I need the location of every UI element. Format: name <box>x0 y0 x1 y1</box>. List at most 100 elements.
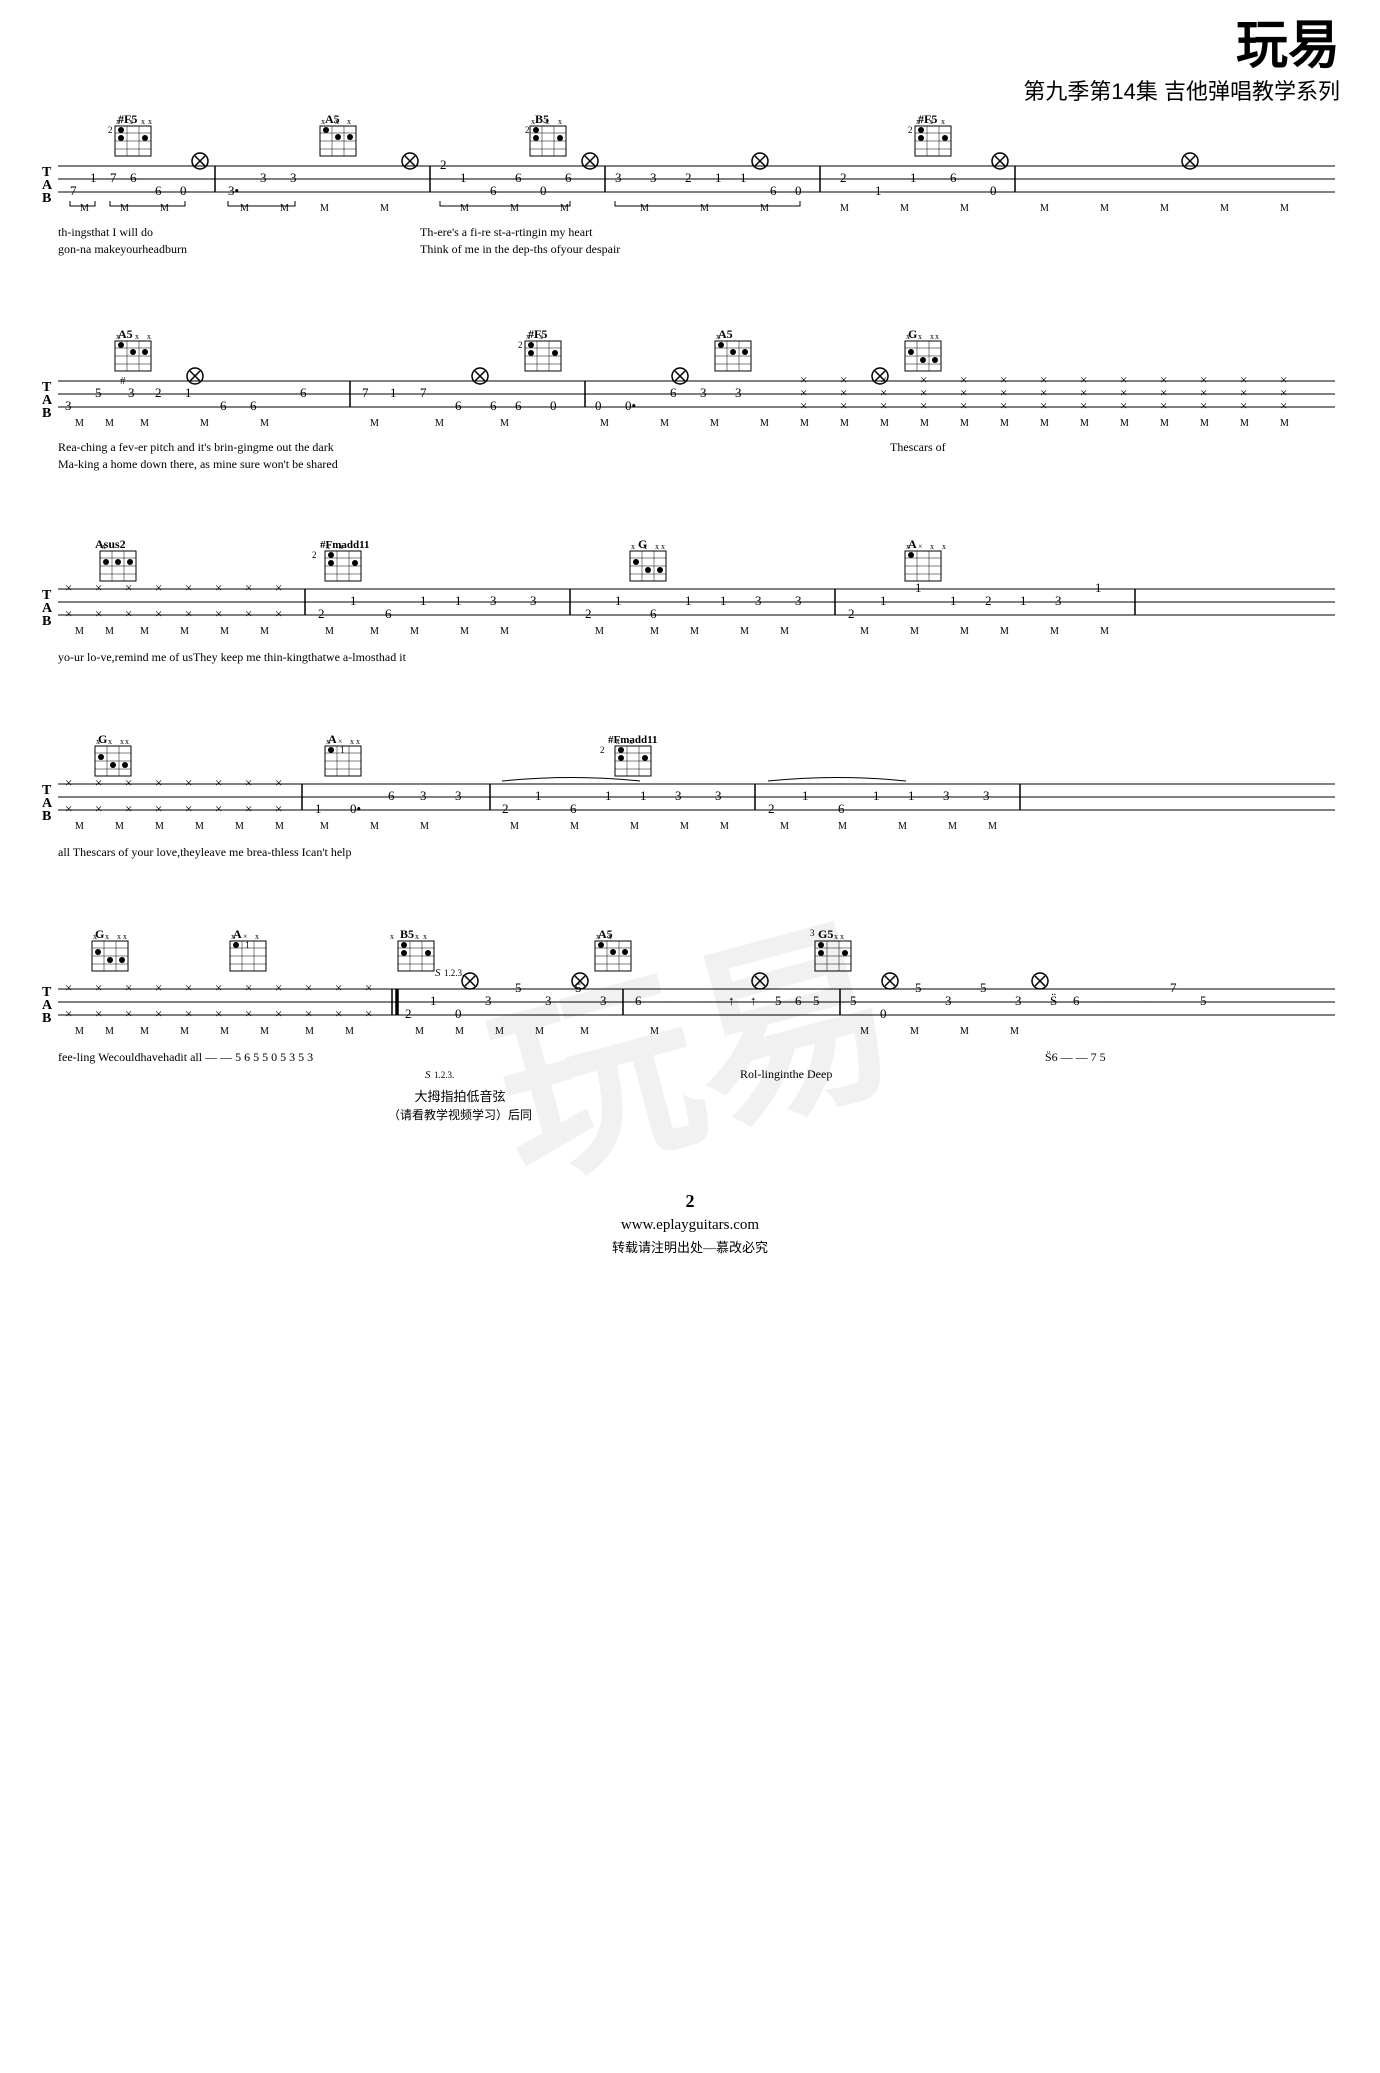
svg-text:×: × <box>95 980 102 995</box>
svg-text:0: 0 <box>550 398 557 413</box>
svg-text:6: 6 <box>220 398 227 413</box>
svg-text:M: M <box>1100 203 1109 214</box>
svg-text:×: × <box>155 1006 162 1021</box>
svg-text:B: B <box>42 1011 51 1026</box>
svg-text:all Thescars of your: all Thescars of your love,theyleave me b… <box>58 845 352 859</box>
svg-text:×: × <box>305 980 312 995</box>
svg-text:2: 2 <box>985 593 992 608</box>
website: www.eplayguitars.com <box>40 1217 1340 1234</box>
svg-text:3: 3 <box>455 788 462 803</box>
svg-text:1: 1 <box>535 788 542 803</box>
svg-text:M: M <box>640 203 649 214</box>
svg-text:x: x <box>941 117 945 126</box>
svg-text:0•: 0• <box>350 801 361 816</box>
svg-text:M: M <box>600 418 609 429</box>
svg-text:M: M <box>415 1026 424 1037</box>
svg-text:×: × <box>1120 398 1127 413</box>
svg-text:1: 1 <box>908 788 915 803</box>
svg-text:1: 1 <box>915 580 922 595</box>
svg-text:M: M <box>75 1026 84 1037</box>
svg-text:×: × <box>275 775 282 790</box>
svg-text:（请看教学视频学习）后同: （请看教学视频学习）后同 <box>388 1107 532 1122</box>
svg-text:1: 1 <box>245 940 250 950</box>
svg-text:3: 3 <box>983 788 990 803</box>
svg-text:M: M <box>680 821 689 832</box>
svg-text:M: M <box>105 418 114 429</box>
svg-text:3: 3 <box>490 593 497 608</box>
svg-text:x: x <box>135 332 139 341</box>
svg-text:M: M <box>960 626 969 637</box>
svg-text:x: x <box>930 332 934 341</box>
svg-text:1: 1 <box>1095 580 1102 595</box>
svg-text:1: 1 <box>910 170 917 185</box>
svg-text:×: × <box>275 980 282 995</box>
svg-text:×: × <box>185 580 192 595</box>
staff-section-2: A5 x x x #F5 2 <box>40 326 1340 506</box>
svg-text:x: x <box>390 932 394 941</box>
svg-text:M: M <box>460 203 469 214</box>
svg-text:x: x <box>321 117 325 126</box>
svg-text:×: × <box>125 775 132 790</box>
svg-text:M: M <box>200 418 209 429</box>
svg-text:6: 6 <box>838 801 845 816</box>
svg-text:M: M <box>380 203 389 214</box>
svg-text:2: 2 <box>518 340 523 350</box>
page: 玩易 玩易 第九季第14集 吉他弹唱教学系列 #F5 2 <box>0 0 1380 2073</box>
svg-text:M: M <box>510 821 519 832</box>
svg-text:大拇指拍低音弦: 大拇指拍低音弦 <box>414 1089 505 1104</box>
svg-text:1: 1 <box>873 788 880 803</box>
svg-text:2: 2 <box>440 157 447 172</box>
svg-text:x: x <box>96 737 100 746</box>
svg-text:Ma-king a home down there: Ma-king a home down there, as mine sure … <box>58 457 338 471</box>
svg-text:×: × <box>215 606 222 621</box>
svg-text:M: M <box>1000 418 1009 429</box>
svg-text:S: S <box>435 967 441 979</box>
svg-text:6: 6 <box>455 398 462 413</box>
staff-section-1: #F5 2 x x x x A5 <box>40 111 1340 296</box>
svg-text:3: 3 <box>128 385 135 400</box>
staff-section-3: Asus2 x #Fmadd11 2 <box>40 536 1340 701</box>
svg-text:1: 1 <box>615 593 622 608</box>
svg-text:1: 1 <box>455 593 462 608</box>
svg-text:×: × <box>215 1006 222 1021</box>
svg-text:3: 3 <box>650 170 657 185</box>
svg-text:x: x <box>929 117 933 126</box>
svg-text:1: 1 <box>350 593 357 608</box>
svg-text:x: x <box>231 932 235 941</box>
svg-text:×: × <box>95 1006 102 1021</box>
svg-text:2: 2 <box>502 801 509 816</box>
svg-text:×: × <box>1080 398 1087 413</box>
svg-text:x: x <box>906 332 910 341</box>
svg-text:x: x <box>942 542 946 551</box>
svg-text:×: × <box>65 580 72 595</box>
svg-text:6: 6 <box>490 398 497 413</box>
svg-text:#F5: #F5 <box>118 112 137 126</box>
svg-text:6: 6 <box>130 170 137 185</box>
svg-text:6: 6 <box>565 170 572 185</box>
tab-svg-3: Asus2 x #Fmadd11 2 <box>40 536 1340 701</box>
svg-text:×: × <box>840 398 847 413</box>
svg-text:2: 2 <box>840 170 847 185</box>
svg-text:1: 1 <box>315 801 322 816</box>
svg-text:×: × <box>185 1006 192 1021</box>
svg-text:—: — <box>1102 993 1117 1008</box>
svg-text:×: × <box>245 1006 252 1021</box>
svg-text:M: M <box>195 821 204 832</box>
svg-text:x: x <box>643 542 647 551</box>
svg-text:B: B <box>42 191 51 206</box>
svg-text:x: x <box>918 332 922 341</box>
svg-text:M: M <box>948 821 957 832</box>
svg-text:1: 1 <box>802 788 809 803</box>
svg-text:×: × <box>1000 398 1007 413</box>
svg-text:M: M <box>920 418 929 429</box>
svg-text:0: 0 <box>595 398 602 413</box>
svg-text:×: × <box>305 1006 312 1021</box>
logo-area: 玩易 第九季第14集 吉他弹唱教学系列 <box>1023 20 1340 106</box>
tab-svg-4: G x x x x A <box>40 731 1340 896</box>
svg-text:×: × <box>65 606 72 621</box>
svg-text:×: × <box>95 775 102 790</box>
svg-text:5: 5 <box>850 993 857 1008</box>
svg-text:x: x <box>631 542 635 551</box>
svg-text:M: M <box>800 418 809 429</box>
svg-text:x: x <box>93 932 97 941</box>
